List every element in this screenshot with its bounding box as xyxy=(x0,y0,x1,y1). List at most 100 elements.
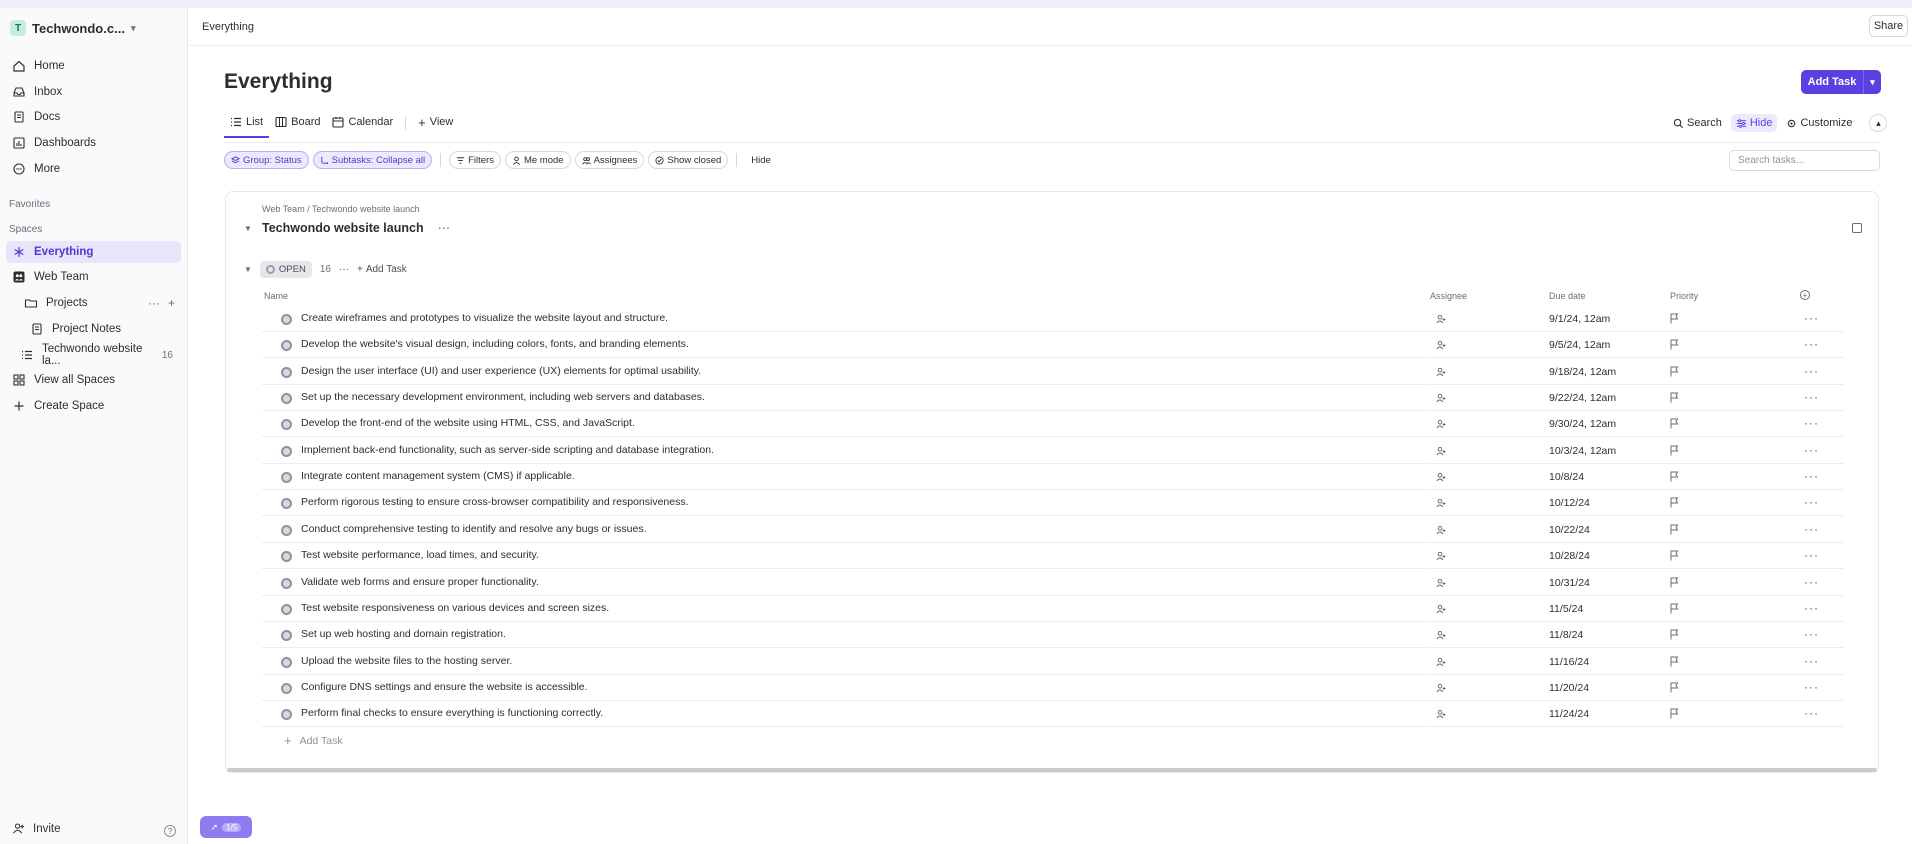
invite-button[interactable]: Invite xyxy=(12,822,61,835)
status-circle-icon[interactable] xyxy=(281,630,292,642)
task-due-date[interactable]: 10/31/24 xyxy=(1549,577,1590,589)
assign-user-icon[interactable] xyxy=(1436,340,1446,350)
plus-icon[interactable]: + xyxy=(168,296,175,310)
status-circle-icon[interactable] xyxy=(281,393,292,405)
chevron-up-icon[interactable]: ▴ xyxy=(1869,114,1888,132)
hide-chip[interactable]: Hide xyxy=(745,151,777,169)
more-icon[interactable]: ··· xyxy=(339,264,349,275)
table-row[interactable]: Set up web hosting and domain registrati… xyxy=(262,622,1844,649)
nav-home[interactable]: Home xyxy=(6,55,181,77)
add-task-row[interactable]: + Add Task xyxy=(284,733,343,748)
tab-board[interactable]: Board xyxy=(269,114,326,136)
sidebar-item-view-all-spaces[interactable]: View all Spaces xyxy=(6,369,181,391)
task-due-date[interactable]: 11/16/24 xyxy=(1549,656,1589,668)
assign-user-icon[interactable] xyxy=(1436,630,1446,640)
status-circle-icon[interactable] xyxy=(281,419,292,431)
hide-button[interactable]: Hide xyxy=(1730,114,1778,132)
more-icon[interactable]: ··· xyxy=(1804,575,1819,589)
more-icon[interactable]: ··· xyxy=(148,296,160,310)
flag-icon[interactable] xyxy=(1670,550,1679,561)
status-circle-icon[interactable] xyxy=(281,314,292,325)
flag-icon[interactable] xyxy=(1670,339,1679,350)
task-name[interactable]: Conduct comprehensive testing to identif… xyxy=(301,523,647,535)
more-icon[interactable]: ··· xyxy=(1804,522,1819,536)
onboarding-button[interactable]: ➚ 1/5 xyxy=(200,816,252,838)
flag-icon[interactable] xyxy=(1670,445,1679,456)
flag-icon[interactable] xyxy=(1670,471,1679,482)
chevron-down-icon[interactable]: ▾ xyxy=(1863,70,1881,94)
status-circle-icon[interactable] xyxy=(281,366,292,378)
flag-icon[interactable] xyxy=(1670,577,1679,588)
search-tasks-input[interactable] xyxy=(1729,150,1880,171)
more-icon[interactable]: ··· xyxy=(1804,469,1819,483)
task-name[interactable]: Test website performance, load times, an… xyxy=(301,549,539,561)
table-row[interactable]: Design the user interface (UI) and user … xyxy=(262,358,1844,385)
table-row[interactable]: Integrate content management system (CMS… xyxy=(262,464,1844,491)
column-header-priority[interactable]: Priority xyxy=(1670,291,1698,301)
table-row[interactable]: Create wireframes and prototypes to visu… xyxy=(262,306,1844,332)
status-circle-icon[interactable] xyxy=(281,682,292,694)
workspace-switcher[interactable]: T Techwondo.c... ▾ xyxy=(10,18,135,38)
more-icon[interactable]: ··· xyxy=(1804,364,1819,378)
more-icon[interactable]: ··· xyxy=(1804,680,1819,694)
flag-icon[interactable] xyxy=(1670,313,1679,324)
nav-inbox[interactable]: Inbox xyxy=(6,81,181,103)
flag-icon[interactable] xyxy=(1670,497,1679,508)
sidebar-item-project-notes[interactable]: Project Notes xyxy=(6,318,181,340)
sidebar-item-create-space[interactable]: Create Space xyxy=(6,395,181,417)
status-circle-icon[interactable] xyxy=(281,472,292,484)
assign-user-icon[interactable] xyxy=(1436,551,1446,561)
status-circle-icon[interactable] xyxy=(281,340,292,352)
more-icon[interactable]: ··· xyxy=(1804,601,1819,615)
more-icon[interactable]: ··· xyxy=(1804,337,1819,351)
task-due-date[interactable]: 11/24/24 xyxy=(1549,708,1589,720)
task-name[interactable]: Configure DNS settings and ensure the we… xyxy=(301,681,588,693)
group-status-chip[interactable]: Group: Status xyxy=(224,151,309,169)
more-icon[interactable]: ··· xyxy=(1804,495,1819,509)
show-closed-chip[interactable]: Show closed xyxy=(648,151,729,169)
sidebar-item-techwondo-list[interactable]: Techwondo website la... 16 xyxy=(6,343,181,367)
table-row[interactable]: Set up the necessary development environ… xyxy=(262,385,1844,412)
nav-docs[interactable]: Docs xyxy=(6,106,181,128)
task-due-date[interactable]: 10/22/24 xyxy=(1549,524,1590,536)
list-breadcrumb[interactable]: Web Team / Techwondo website launch xyxy=(262,204,420,214)
task-name[interactable]: Set up web hosting and domain registrati… xyxy=(301,628,506,640)
status-circle-icon[interactable] xyxy=(281,709,292,721)
task-name[interactable]: Upload the website files to the hosting … xyxy=(301,655,512,667)
flag-icon[interactable] xyxy=(1670,603,1679,614)
assign-user-icon[interactable] xyxy=(1436,525,1446,535)
task-name[interactable]: Develop the website's visual design, inc… xyxy=(301,338,689,350)
table-row[interactable]: Test website responsiveness on various d… xyxy=(262,595,1844,622)
task-name[interactable]: Develop the front-end of the website usi… xyxy=(301,417,635,429)
task-due-date[interactable]: 10/12/24 xyxy=(1549,497,1590,509)
status-circle-icon[interactable] xyxy=(281,656,292,668)
assign-user-icon[interactable] xyxy=(1436,604,1446,614)
task-name[interactable]: Implement back-end functionality, such a… xyxy=(301,444,714,456)
more-icon[interactable]: ··· xyxy=(1804,390,1819,404)
status-circle-icon[interactable] xyxy=(281,498,292,510)
tab-list[interactable]: List xyxy=(224,114,270,138)
search-button[interactable]: Search xyxy=(1668,114,1727,132)
status-circle-icon[interactable] xyxy=(281,551,292,563)
assign-user-icon[interactable] xyxy=(1436,367,1446,377)
task-name[interactable]: Test website responsiveness on various d… xyxy=(301,602,609,614)
status-circle-icon[interactable] xyxy=(281,603,292,615)
sidebar-item-web-team[interactable]: Web Team xyxy=(6,266,181,288)
table-row[interactable]: Conduct comprehensive testing to identif… xyxy=(262,516,1844,543)
column-header-due-date[interactable]: Due date xyxy=(1549,291,1586,301)
table-row[interactable]: Perform final checks to ensure everythin… xyxy=(262,701,1844,728)
collapse-caret-icon[interactable]: ▼ xyxy=(244,224,252,233)
side-panel-icon[interactable] xyxy=(1852,223,1862,233)
task-name[interactable]: Design the user interface (UI) and user … xyxy=(301,365,701,377)
task-due-date[interactable]: 10/3/24, 12am xyxy=(1549,445,1616,457)
task-name[interactable]: Validate web forms and ensure proper fun… xyxy=(301,576,539,588)
nav-dashboards[interactable]: Dashboards xyxy=(6,132,181,154)
table-row[interactable]: Develop the website's visual design, inc… xyxy=(262,332,1844,359)
assign-user-icon[interactable] xyxy=(1436,472,1446,482)
status-circle-icon[interactable] xyxy=(281,445,292,457)
favorites-heading[interactable]: Favorites xyxy=(9,199,50,210)
flag-icon[interactable] xyxy=(1670,392,1679,403)
group-add-task-button[interactable]: + Add Task xyxy=(357,264,407,275)
more-icon[interactable]: ··· xyxy=(1804,548,1819,562)
task-due-date[interactable]: 9/18/24, 12am xyxy=(1549,366,1616,378)
